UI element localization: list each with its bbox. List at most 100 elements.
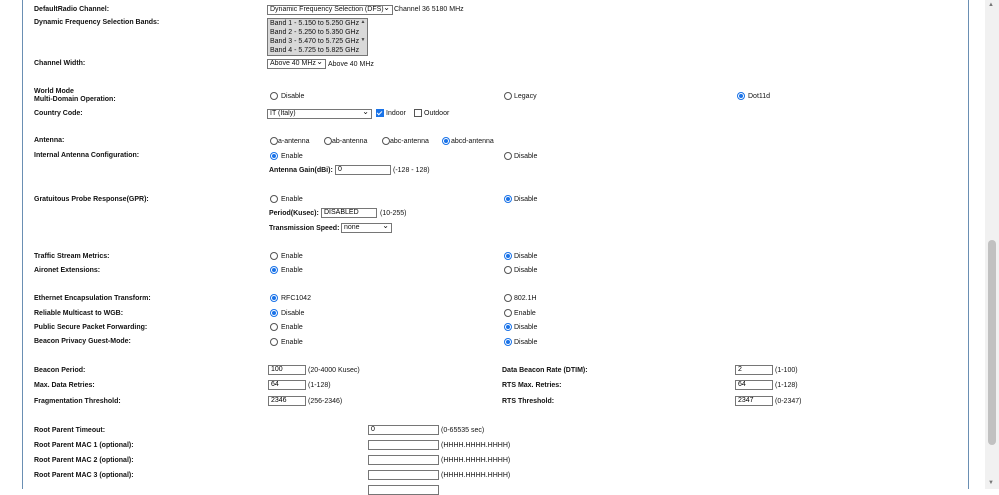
dfs-band-option[interactable]: Band 2 - 5.250 to 5.350 GHz bbox=[268, 28, 367, 37]
world-mode-dot11d-radio[interactable] bbox=[737, 92, 745, 100]
gpr-period-input[interactable] bbox=[321, 208, 377, 218]
outdoor-label: Outdoor bbox=[424, 110, 450, 117]
dfs-band-option[interactable]: Band 1 - 5.150 to 5.250 GHz bbox=[268, 19, 367, 28]
aironet-enable-label: Enable bbox=[281, 267, 303, 274]
multi-domain-label: Multi-Domain Operation: bbox=[34, 96, 116, 103]
max-data-retries-range: (1-128) bbox=[308, 382, 331, 389]
rts-max-retries-input[interactable] bbox=[735, 380, 773, 390]
antenna-abcd-radio[interactable] bbox=[442, 137, 450, 145]
root-parent-mac1-input[interactable] bbox=[368, 440, 439, 450]
pspf-enable-radio[interactable] bbox=[270, 323, 278, 331]
root-parent-mac3-hint: (HHHH.HHHH.HHHH) bbox=[441, 472, 511, 479]
traffic-stream-disable-label: Disable bbox=[514, 253, 538, 260]
reliable-multicast-enable-radio[interactable] bbox=[504, 309, 512, 317]
scrollbar-thumb[interactable] bbox=[988, 240, 996, 445]
root-parent-mac2-input[interactable] bbox=[368, 455, 439, 465]
default-radio-channel-select[interactable]: Dynamic Frequency Selection (DFS) bbox=[267, 5, 393, 15]
channel-width-note: Above 40 MHz bbox=[328, 61, 374, 68]
root-parent-mac1-label: Root Parent MAC 1 (optional): bbox=[34, 442, 134, 449]
eth-encap-8021h-radio[interactable] bbox=[504, 294, 512, 302]
eth-encap-label: Ethernet Encapsulation Transform: bbox=[34, 295, 151, 302]
dfs-band-option[interactable]: Band 4 - 5.725 to 5.825 GHz bbox=[268, 46, 367, 55]
traffic-stream-enable-label: Enable bbox=[281, 253, 303, 260]
root-parent-timeout-range: (0-65535 sec) bbox=[441, 427, 485, 434]
root-parent-timeout-input[interactable] bbox=[368, 425, 439, 435]
frag-threshold-range: (256-2346) bbox=[308, 398, 343, 405]
gpr-enable-label: Enable bbox=[281, 196, 303, 203]
reliable-multicast-label: Reliable Multicast to WGB: bbox=[34, 310, 124, 317]
reliable-multicast-disable-radio[interactable] bbox=[270, 309, 278, 317]
left-frame-border bbox=[22, 0, 23, 489]
country-code-select[interactable]: IT (Italy) bbox=[267, 109, 372, 119]
transmission-speed-label: Transmission Speed: bbox=[269, 225, 340, 232]
antenna-ab-radio[interactable] bbox=[324, 137, 332, 145]
beacon-period-label: Beacon Period: bbox=[34, 367, 86, 374]
outdoor-checkbox[interactable] bbox=[414, 109, 422, 117]
gpr-enable-radio[interactable] bbox=[270, 195, 278, 203]
default-radio-channel-label: DefaultRadio Channel: bbox=[34, 6, 110, 13]
rts-threshold-input[interactable] bbox=[735, 396, 773, 406]
aironet-disable-radio[interactable] bbox=[504, 266, 512, 274]
dtim-input[interactable] bbox=[735, 365, 773, 375]
pspf-label: Public Secure Packet Forwarding: bbox=[34, 324, 148, 331]
dtim-label: Data Beacon Rate (DTIM): bbox=[502, 367, 588, 374]
settings-page: DefaultRadio Channel: Dynamic Frequency … bbox=[0, 0, 983, 495]
frag-threshold-label: Fragmentation Threshold: bbox=[34, 398, 121, 405]
scroll-up-icon[interactable]: ▲ bbox=[988, 2, 994, 8]
indoor-checkbox[interactable] bbox=[376, 109, 384, 117]
antenna-a-label: a-antenna bbox=[278, 138, 310, 145]
max-data-retries-input[interactable] bbox=[268, 380, 306, 390]
beacon-privacy-enable-radio[interactable] bbox=[270, 338, 278, 346]
root-parent-mac2-label: Root Parent MAC 2 (optional): bbox=[34, 457, 134, 464]
dtim-range: (1-100) bbox=[775, 367, 798, 374]
reliable-multicast-enable-label: Enable bbox=[514, 310, 536, 317]
page-scrollbar[interactable]: ▲ ▼ bbox=[985, 0, 999, 489]
world-mode-disable-label: Disable bbox=[281, 93, 305, 100]
beacon-privacy-disable-radio[interactable] bbox=[504, 338, 512, 346]
channel-width-label: Channel Width: bbox=[34, 60, 86, 67]
root-parent-mac3-label: Root Parent MAC 3 (optional): bbox=[34, 472, 134, 479]
antenna-a-radio[interactable] bbox=[270, 137, 278, 145]
beacon-period-input[interactable] bbox=[268, 365, 306, 375]
pspf-disable-radio[interactable] bbox=[504, 323, 512, 331]
aironet-disable-label: Disable bbox=[514, 267, 538, 274]
dfs-bands-label: Dynamic Frequency Selection Bands: bbox=[34, 19, 160, 26]
internal-antenna-enable-radio[interactable] bbox=[270, 152, 278, 160]
reliable-multicast-disable-label: Disable bbox=[281, 310, 305, 317]
traffic-stream-label: Traffic Stream Metrics: bbox=[34, 253, 110, 260]
traffic-stream-disable-radio[interactable] bbox=[504, 252, 512, 260]
world-mode-disable-radio[interactable] bbox=[270, 92, 278, 100]
internal-antenna-label: Internal Antenna Configuration: bbox=[34, 152, 140, 159]
beacon-period-range: (20-4000 Kusec) bbox=[308, 367, 360, 374]
gpr-label: Gratuitous Probe Response(GPR): bbox=[34, 196, 149, 203]
scroll-down-icon[interactable]: ▼ bbox=[988, 480, 994, 486]
antenna-abc-label: abc-antenna bbox=[390, 138, 429, 145]
eth-encap-rfc1042-radio[interactable] bbox=[270, 294, 278, 302]
aironet-label: Aironet Extensions: bbox=[34, 267, 101, 274]
root-parent-timeout-label: Root Parent Timeout: bbox=[34, 427, 106, 434]
dfs-bands-listbox[interactable]: Band 1 - 5.150 to 5.250 GHz Band 2 - 5.2… bbox=[267, 18, 368, 56]
antenna-abc-radio[interactable] bbox=[382, 137, 390, 145]
cut-off-input[interactable] bbox=[368, 485, 439, 495]
eth-encap-rfc1042-label: RFC1042 bbox=[281, 295, 311, 302]
traffic-stream-enable-radio[interactable] bbox=[270, 252, 278, 260]
transmission-speed-select[interactable]: none bbox=[341, 223, 392, 233]
antenna-label: Antenna: bbox=[34, 137, 65, 144]
aironet-enable-radio[interactable] bbox=[270, 266, 278, 274]
gpr-period-label: Period(Kusec): bbox=[269, 210, 319, 217]
eth-encap-8021h-label: 802.1H bbox=[514, 295, 537, 302]
root-parent-mac3-input[interactable] bbox=[368, 470, 439, 480]
rts-max-retries-range: (1-128) bbox=[775, 382, 798, 389]
internal-antenna-disable-label: Disable bbox=[514, 153, 538, 160]
gpr-disable-radio[interactable] bbox=[504, 195, 512, 203]
pspf-enable-label: Enable bbox=[281, 324, 303, 331]
antenna-gain-input[interactable] bbox=[335, 165, 391, 175]
listbox-scroll-arrows-icon[interactable]: ▲ ▼ bbox=[360, 19, 366, 55]
internal-antenna-disable-radio[interactable] bbox=[504, 152, 512, 160]
channel-width-select[interactable]: Above 40 MHz bbox=[267, 59, 326, 69]
frag-threshold-input[interactable] bbox=[268, 396, 306, 406]
world-mode-legacy-radio[interactable] bbox=[504, 92, 512, 100]
indoor-label: Indoor bbox=[386, 110, 406, 117]
dfs-band-option[interactable]: Band 3 - 5.470 to 5.725 GHz bbox=[268, 37, 367, 46]
gpr-disable-label: Disable bbox=[514, 196, 538, 203]
